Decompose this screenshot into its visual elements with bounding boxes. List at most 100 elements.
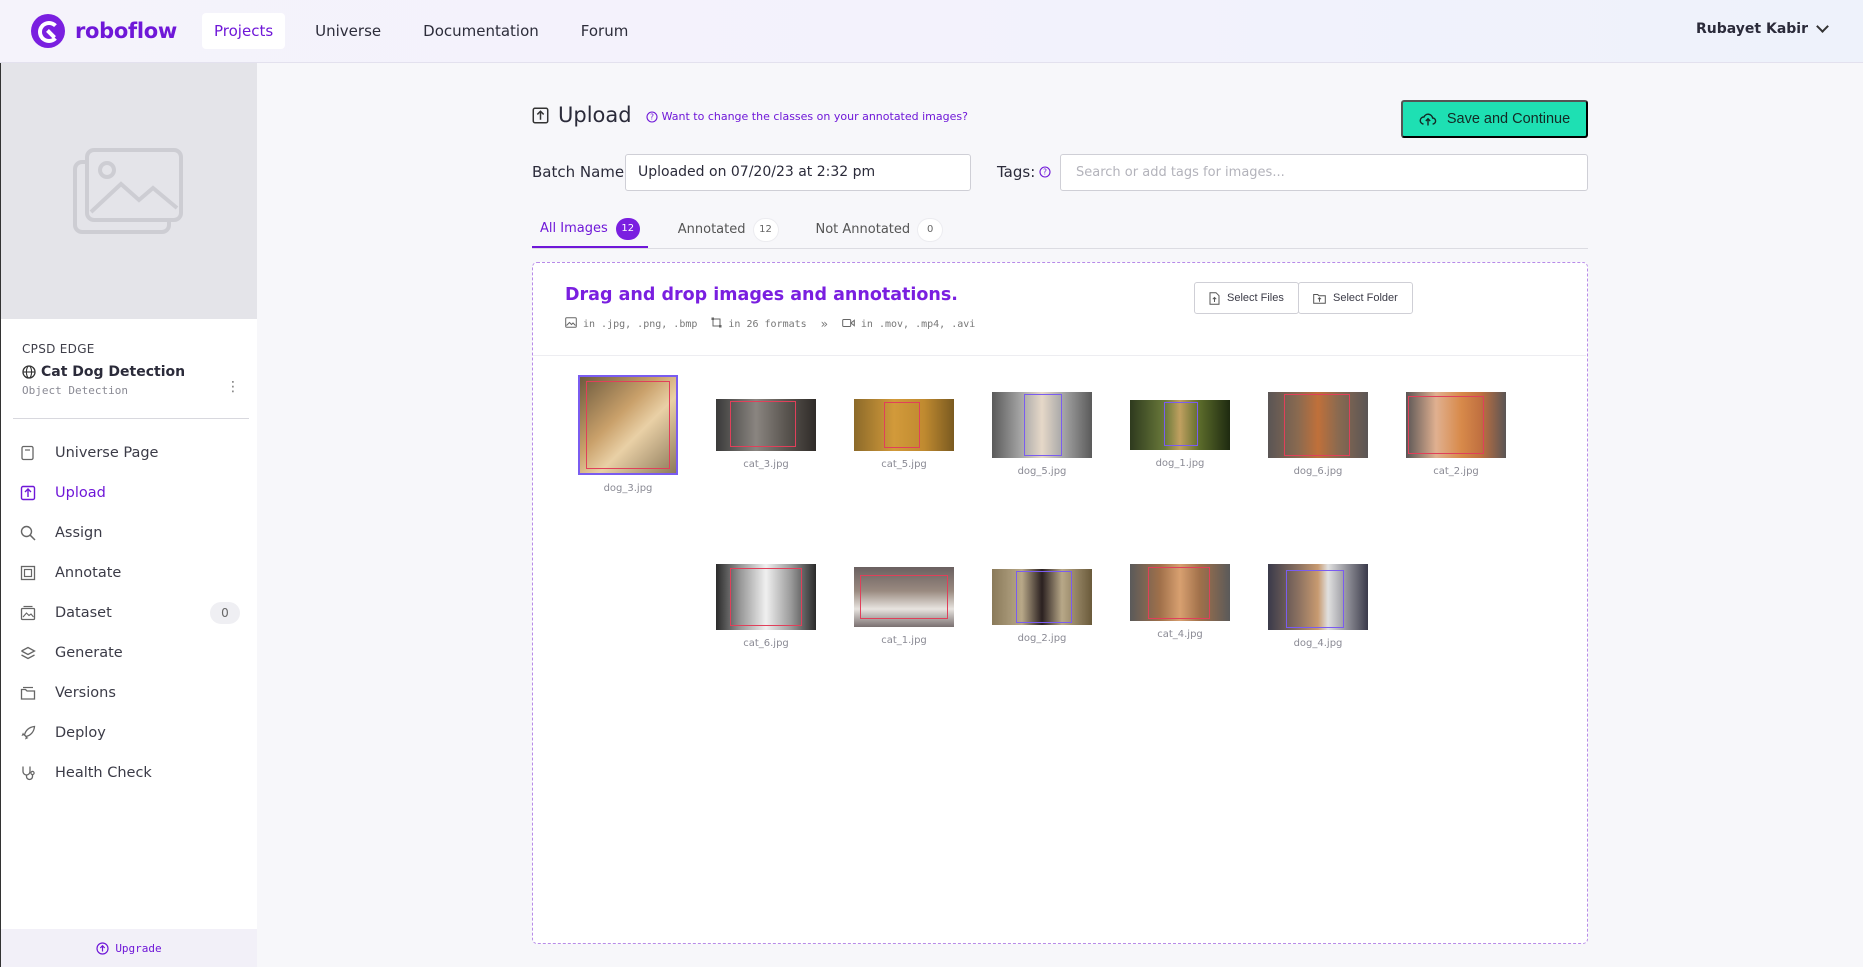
dropzone-divider [533,355,1586,356]
upgrade-button[interactable]: Upgrade [1,929,257,967]
image-filename: cat_1.jpg [881,635,927,646]
tab-count-badge: 12 [615,217,640,240]
image-thumbnail[interactable]: dog_1.jpg [1125,400,1235,469]
tab-all-images[interactable]: All Images 12 [532,211,648,248]
dropzone-title: Drag and drop images and annotations. [565,285,958,305]
select-files-label: Select Files [1227,292,1284,304]
change-classes-link[interactable]: ? Want to change the classes on your ann… [646,110,968,123]
project-name[interactable]: Cat Dog Detection [22,364,257,380]
sidebar-item-label: Annotate [55,565,122,581]
user-menu[interactable]: Rubayet Kabir [1696,20,1829,37]
image-thumbnail[interactable]: dog_3.jpg [573,375,683,494]
upload-dropzone[interactable]: Drag and drop images and annotations. in… [532,262,1588,944]
double-chevron-right-icon: » [820,317,828,331]
image-preview [854,399,954,451]
annotate-icon [20,565,36,581]
project-thumbnail[interactable] [1,63,257,319]
dataset-count-badge: 0 [210,602,240,624]
sidebar-item-label: Generate [55,645,123,661]
images-icon [20,605,36,621]
nav-forum[interactable]: Forum [569,13,641,49]
image-filename: dog_6.jpg [1293,466,1343,477]
kebab-menu-icon[interactable]: ⋮ [226,380,240,394]
image-thumbnail[interactable]: dog_5.jpg [987,392,1097,477]
nav-universe[interactable]: Universe [303,13,393,49]
file-icon [1209,291,1220,305]
image-preview [716,399,816,451]
search-icon [20,525,36,541]
folder-icon [1313,293,1326,304]
image-filename: cat_5.jpg [881,459,927,470]
roboflow-logo[interactable]: roboflow [31,14,177,48]
upload-icon [20,485,36,501]
book-icon [21,445,34,461]
sidebar: CPSD EDGE Cat Dog Detection Object Detec… [0,63,257,967]
help-icon: ? [646,110,658,123]
image-filename: dog_2.jpg [1017,633,1067,644]
image-thumbnail[interactable]: dog_2.jpg [987,569,1097,644]
sidebar-item-deploy[interactable]: Deploy [1,713,257,753]
tags-label-text: Tags: [997,163,1036,181]
sidebar-item-label: Assign [55,525,103,541]
image-thumbnail[interactable]: dog_4.jpg [1263,564,1373,649]
image-thumbnail[interactable]: cat_3.jpg [711,399,821,470]
sidebar-item-health-check[interactable]: Health Check [1,753,257,793]
sidebar-item-upload[interactable]: Upload [1,473,257,513]
image-thumbnail[interactable]: cat_1.jpg [849,567,959,646]
workspace-name: CPSD EDGE [22,342,95,356]
image-preview [716,564,816,630]
image-formats-text: in .jpg, .png, .bmp [583,318,698,330]
batch-name-input[interactable]: Uploaded on 07/20/23 at 2:32 pm [625,154,971,191]
image-placeholder-icon [73,148,183,234]
upgrade-icon [96,941,109,955]
image-filename: dog_5.jpg [1017,466,1067,477]
video-icon [842,318,855,331]
globe-icon [22,365,36,379]
svg-text:?: ? [1043,168,1047,177]
sidebar-item-universe-page[interactable]: Universe Page [1,433,257,473]
sidebar-item-assign[interactable]: Assign [1,513,257,553]
main-content: Upload ? Want to change the classes on y… [257,63,1863,967]
sidebar-item-label: Upload [55,485,106,501]
upload-header: Upload ? Want to change the classes on y… [532,103,968,127]
upload-icon [532,107,549,123]
sidebar-item-dataset[interactable]: Dataset 0 [1,593,257,633]
select-files-button[interactable]: Select Files [1194,282,1299,314]
sidebar-item-label: Dataset [55,605,112,621]
nav-documentation[interactable]: Documentation [411,13,551,49]
layers-icon [21,646,36,660]
sidebar-item-label: Versions [55,685,116,701]
rocket-icon [21,725,36,740]
image-thumbnail[interactable]: cat_5.jpg [849,399,959,470]
image-filename: cat_6.jpg [743,638,789,649]
save-and-continue-button[interactable]: Save and Continue [1401,100,1588,138]
folder-stack-icon [20,686,36,700]
select-folder-button[interactable]: Select Folder [1298,282,1413,314]
sidebar-item-annotate[interactable]: Annotate [1,553,257,593]
annotation-formats-link[interactable]: in 26 formats [728,319,806,330]
image-thumbnail[interactable]: dog_6.jpg [1263,392,1373,477]
image-thumbnail[interactable]: cat_6.jpg [711,564,821,649]
image-thumbnail[interactable]: cat_2.jpg [1401,392,1511,477]
bounding-box-icon [711,317,722,331]
image-filename: dog_3.jpg [603,483,653,494]
sidebar-item-generate[interactable]: Generate [1,633,257,673]
tags-search-input[interactable]: Search or add tags for images... [1060,154,1588,191]
top-nav: roboflow Projects Universe Documentation… [0,0,1863,63]
image-filename: dog_4.jpg [1293,638,1343,649]
image-thumbnail[interactable]: cat_4.jpg [1125,564,1235,640]
select-folder-label: Select Folder [1333,292,1398,304]
cloud-upload-icon [1419,113,1437,126]
brand-name: roboflow [75,19,178,43]
sidebar-divider [13,418,249,419]
stethoscope-icon [22,766,35,781]
sidebar-item-versions[interactable]: Versions [1,673,257,713]
help-icon[interactable]: ? [1039,166,1051,178]
image-preview [992,569,1092,625]
video-formats-text: in .mov, .mp4, .avi [860,318,976,330]
nav-projects[interactable]: Projects [202,13,286,49]
tab-not-annotated[interactable]: Not Annotated 0 [808,211,951,248]
sidebar-item-label: Deploy [55,725,106,741]
project-type: Object Detection [22,384,128,397]
tab-annotated[interactable]: Annotated 12 [670,211,786,248]
